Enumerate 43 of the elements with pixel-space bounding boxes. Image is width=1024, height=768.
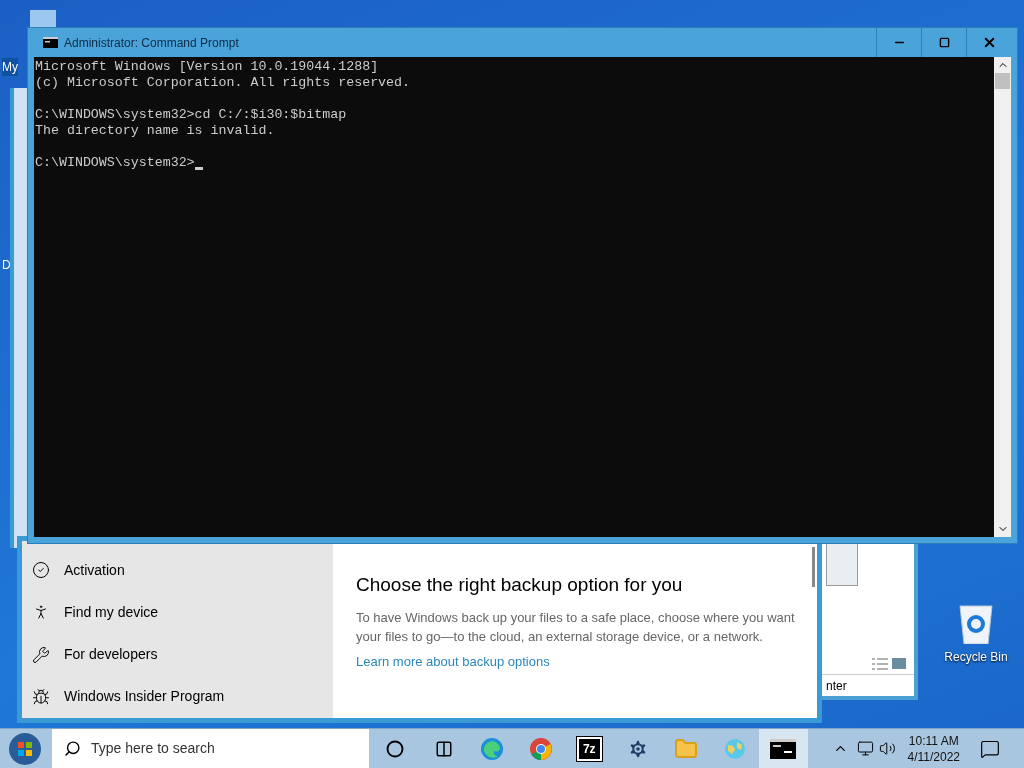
taskbar-button[interactable] — [759, 728, 808, 768]
globe-icon — [722, 736, 747, 761]
nav-item[interactable]: For developers — [22, 633, 333, 676]
wave-logo-icon — [480, 736, 505, 761]
start-orb-icon[interactable] — [8, 731, 42, 766]
heading: Choose the right backup option for you — [356, 573, 684, 597]
scrollbar[interactable] — [812, 547, 815, 587]
notifications-icon[interactable] — [980, 738, 1000, 759]
network-icon[interactable] — [856, 740, 874, 757]
terminal-icon — [770, 738, 797, 759]
task-view-icon — [434, 739, 453, 758]
clock[interactable]: 10:11 AM 4/11/2022 — [907, 732, 960, 765]
console-line: C:\WINDOWS\system32> — [35, 155, 195, 171]
backup-options-link[interactable]: Learn more about backup options — [356, 651, 796, 671]
ball-logo-icon — [528, 736, 553, 761]
scrollbar-thumb[interactable] — [995, 73, 1010, 89]
list-view-icon — [872, 658, 888, 670]
image-icon — [892, 658, 906, 669]
window-title: Administrator: Command Prompt — [64, 34, 239, 52]
status-text: nter — [825, 677, 847, 695]
maximize-icon — [938, 37, 950, 48]
icon-label: D — [2, 257, 11, 274]
search-field[interactable]: Type here to search — [52, 728, 369, 768]
tools-icon — [32, 645, 50, 664]
scrollbar[interactable] — [994, 57, 1011, 537]
nav-item[interactable]: Find my device — [22, 591, 333, 634]
volume-icon[interactable] — [878, 740, 896, 757]
icon-label: Recycle Bin — [944, 649, 1008, 666]
nav-item[interactable]: Windows Insider Program — [22, 675, 333, 718]
console-line: Microsoft Windows [Version 10.0.19044.1288] — [35, 59, 379, 75]
console-line: The directory name is invalid. — [35, 123, 275, 139]
archive-logo-icon: 7z — [576, 736, 602, 761]
check-circle-icon — [32, 561, 50, 580]
icon-label: My — [2, 58, 18, 76]
terminal-icon — [43, 37, 58, 48]
console-line: C:\WINDOWS\system32>cd C:/:$i30:$bitmap — [35, 107, 347, 123]
console-line: (c) Microsoft Corporation. All rights reserved. — [35, 75, 411, 91]
circle-icon — [386, 739, 405, 758]
search-icon — [64, 740, 81, 757]
close-icon — [982, 35, 997, 50]
description: To have Windows back up your files to a safe place, choose where you want your files to go—to the cloud, an external storage device, or a network. — [356, 608, 796, 646]
taskbar-button[interactable]: 7z — [565, 728, 614, 768]
nav-item[interactable]: Activation — [22, 549, 333, 592]
